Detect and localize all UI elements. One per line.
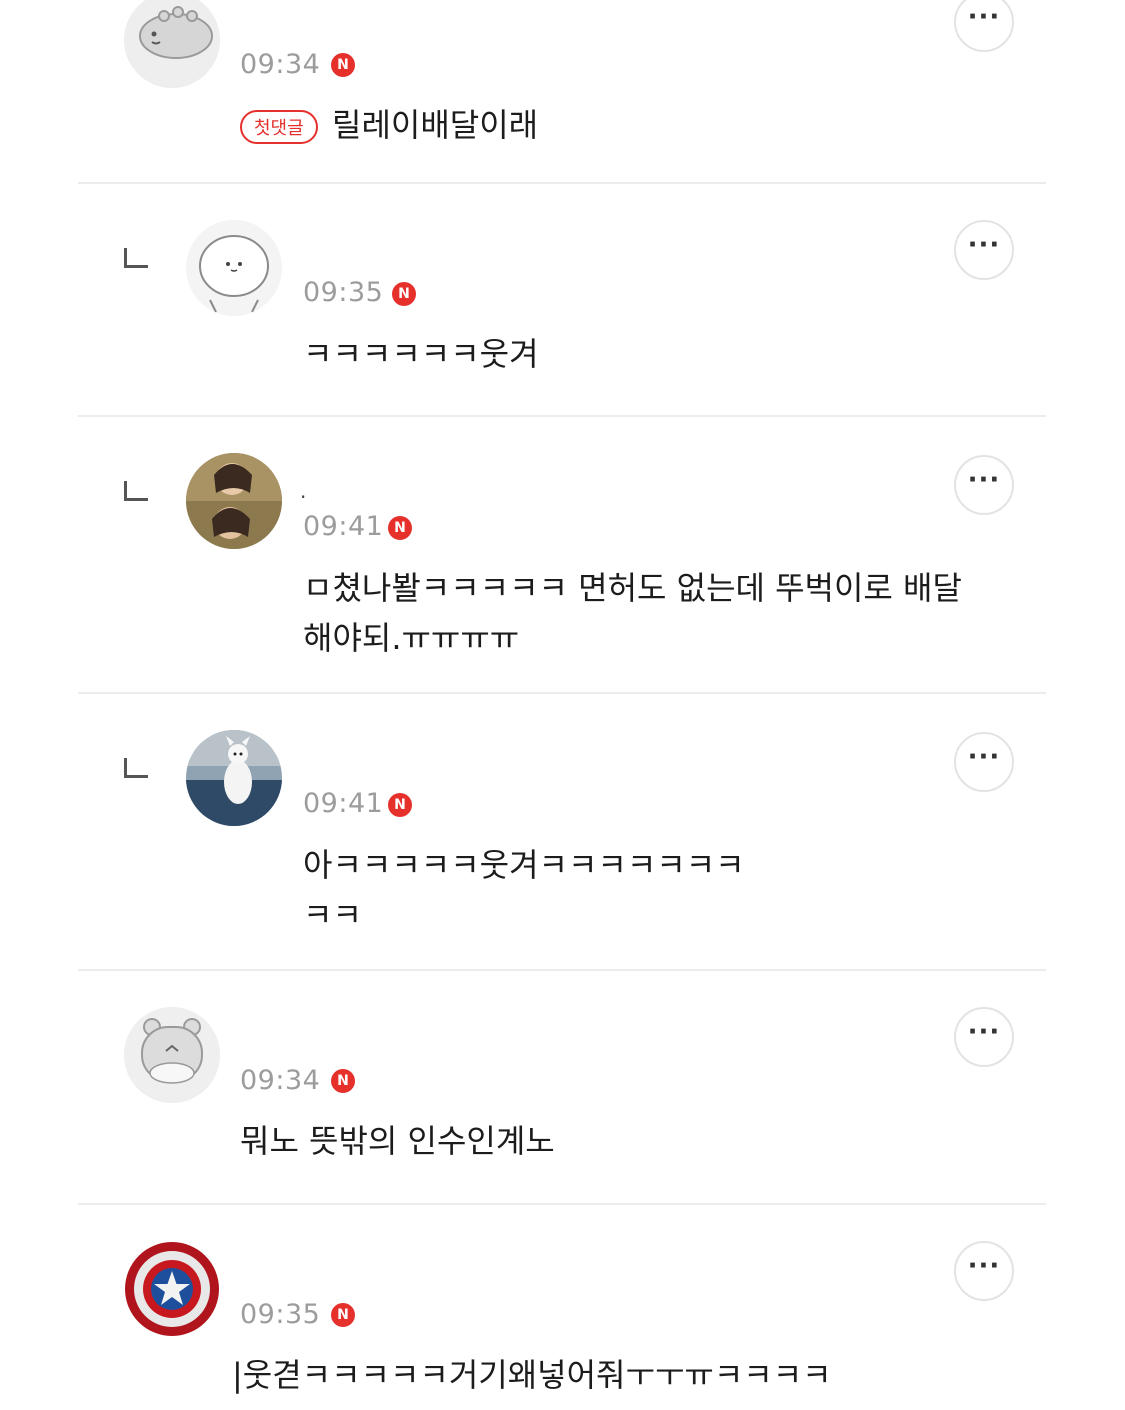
comment-time: 09:34 — [240, 1065, 321, 1096]
comment-text: 아ㅋㅋㅋㅋㅋ웃겨ㅋㅋㅋㅋㅋㅋㅋ ㅋㅋ — [303, 846, 745, 934]
comment-time: 09:35 — [240, 1299, 321, 1330]
photo-avatar-icon[interactable] — [186, 453, 282, 549]
comment-item: 09:41 N 아ㅋㅋㅋㅋㅋ웃겨ㅋㅋㅋㅋㅋㅋㅋ ㅋㅋ ··· — [0, 694, 1125, 970]
more-options-button[interactable]: ··· — [954, 732, 1014, 792]
comment-item: 09:34 N 뭐노 뜻밖의 인수인계노 ··· — [0, 971, 1125, 1204]
comment-text: ㅁ쳤나봘ㅋㅋㅋㅋㅋ 면허도 없는데 뚜벅이로 배달 해야되.ㅠㅠㅠㅠ — [303, 569, 962, 657]
new-badge: N — [331, 1303, 355, 1327]
new-badge: N — [331, 1069, 355, 1093]
new-badge: N — [331, 53, 355, 77]
dinosaur-avatar-icon[interactable] — [124, 0, 220, 88]
comment-text: |웃겯ㅋㅋㅋㅋㅋ거기왜넣어줘ㅜㅜㅠㅋㅋㅋㅋ — [232, 1356, 832, 1394]
comment-text: 릴레이배달이래 — [332, 106, 539, 144]
reply-arrow-icon — [124, 248, 148, 268]
shield-avatar-icon[interactable] — [124, 1241, 220, 1337]
hamster-avatar-icon[interactable] — [124, 1007, 220, 1103]
comment-time: 09:41 — [303, 511, 384, 542]
reply-arrow-icon — [124, 758, 148, 778]
comment-nickname: . — [300, 479, 307, 503]
comment-item: 09:35 N |웃겯ㅋㅋㅋㅋㅋ거기왜넣어줘ㅜㅜㅠㅋㅋㅋㅋ ··· — [0, 1205, 1125, 1410]
dog-photo-avatar-icon[interactable] — [186, 730, 282, 826]
round-face-avatar-icon[interactable] — [186, 220, 282, 316]
reply-arrow-icon — [124, 481, 148, 501]
comment-text: ㅋㅋㅋㅋㅋㅋ웃겨 — [303, 335, 539, 373]
more-options-button[interactable]: ··· — [954, 220, 1014, 280]
more-options-button[interactable]: ··· — [954, 455, 1014, 515]
new-badge: N — [388, 516, 412, 540]
more-options-button[interactable]: ··· — [954, 0, 1014, 52]
comment-item: . 09:41 N ㅁ쳤나봘ㅋㅋㅋㅋㅋ 면허도 없는데 뚜벅이로 배달 해야되.… — [0, 417, 1125, 693]
comment-item: 09:34 N 첫댓글 릴레이배달이래 ··· — [0, 0, 1125, 184]
comment-time: 09:41 — [303, 788, 384, 819]
comment-time: 09:35 — [303, 277, 384, 308]
comment-time: 09:34 — [240, 49, 321, 80]
first-comment-badge: 첫댓글 — [240, 110, 318, 144]
new-badge: N — [388, 793, 412, 817]
comment-text: 뭐노 뜻밖의 인수인계노 — [240, 1122, 555, 1160]
more-options-button[interactable]: ··· — [954, 1007, 1014, 1067]
more-options-button[interactable]: ··· — [954, 1241, 1014, 1301]
new-badge: N — [392, 282, 416, 306]
comment-item: 09:35 N ㅋㅋㅋㅋㅋㅋ웃겨 ··· — [0, 184, 1125, 416]
